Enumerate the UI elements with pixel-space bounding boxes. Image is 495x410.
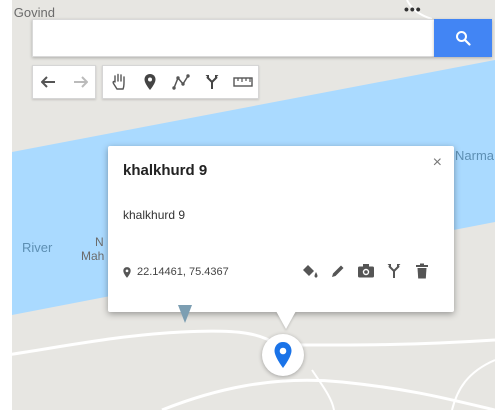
- redo-button[interactable]: [64, 66, 95, 98]
- popup-title: khalkhurd 9: [123, 162, 208, 179]
- ruler-icon: [232, 77, 253, 87]
- popup-description: khalkhurd 9: [123, 208, 186, 222]
- river-label: Narma: [455, 148, 495, 163]
- select-tool[interactable]: [103, 66, 134, 98]
- marker-icon: [144, 74, 155, 90]
- selected-marker[interactable]: [262, 334, 304, 376]
- map-marker[interactable]: [178, 305, 192, 328]
- style-button[interactable]: [300, 260, 320, 282]
- search-icon: [456, 31, 471, 46]
- river-label: River: [22, 240, 53, 255]
- add-marker-tool[interactable]: [134, 66, 165, 98]
- place-label: ni Govind: [12, 5, 55, 20]
- feature-info-popup: khalkhurd 9 × khalkhurd 9 22.14461, 75.4…: [108, 146, 454, 312]
- camera-icon: [358, 264, 374, 278]
- search-box[interactable]: [32, 19, 434, 57]
- delete-button[interactable]: [412, 260, 432, 282]
- redo-icon: [73, 76, 88, 88]
- popup-coordinates: 22.14461, 75.4367: [123, 266, 229, 278]
- measure-tool[interactable]: [227, 66, 258, 98]
- history-tools: [32, 65, 96, 99]
- pencil-icon: [332, 265, 344, 277]
- undo-icon: [40, 76, 55, 88]
- polyline-icon: [171, 74, 190, 90]
- popup-tail: [276, 311, 296, 329]
- search-button[interactable]: [434, 19, 492, 57]
- location-pin-icon: [274, 342, 292, 368]
- draw-line-tool[interactable]: [165, 66, 196, 98]
- place-label: Mah: [81, 249, 105, 263]
- more-menu-icon[interactable]: •••: [404, 1, 422, 17]
- directions-tool[interactable]: [196, 66, 227, 98]
- trash-icon: [416, 263, 428, 279]
- hand-icon: [111, 73, 125, 90]
- drawing-tools: [102, 65, 259, 99]
- marker-icon: [178, 305, 192, 323]
- add-photo-button[interactable]: [356, 260, 376, 282]
- coordinates-text: 22.14461, 75.4367: [137, 266, 229, 278]
- place-label: N: [95, 235, 104, 249]
- edit-button[interactable]: [328, 260, 348, 282]
- paint-bucket-icon: [303, 265, 318, 278]
- location-pin-icon: [123, 266, 131, 278]
- directions-icon: [205, 75, 218, 89]
- search-input[interactable]: [33, 20, 433, 56]
- undo-button[interactable]: [33, 66, 64, 98]
- close-button[interactable]: ×: [433, 154, 442, 172]
- map-toolbar: [32, 65, 259, 99]
- popup-actions: [300, 260, 432, 282]
- directions-button[interactable]: [384, 260, 404, 282]
- directions-icon: [387, 264, 401, 278]
